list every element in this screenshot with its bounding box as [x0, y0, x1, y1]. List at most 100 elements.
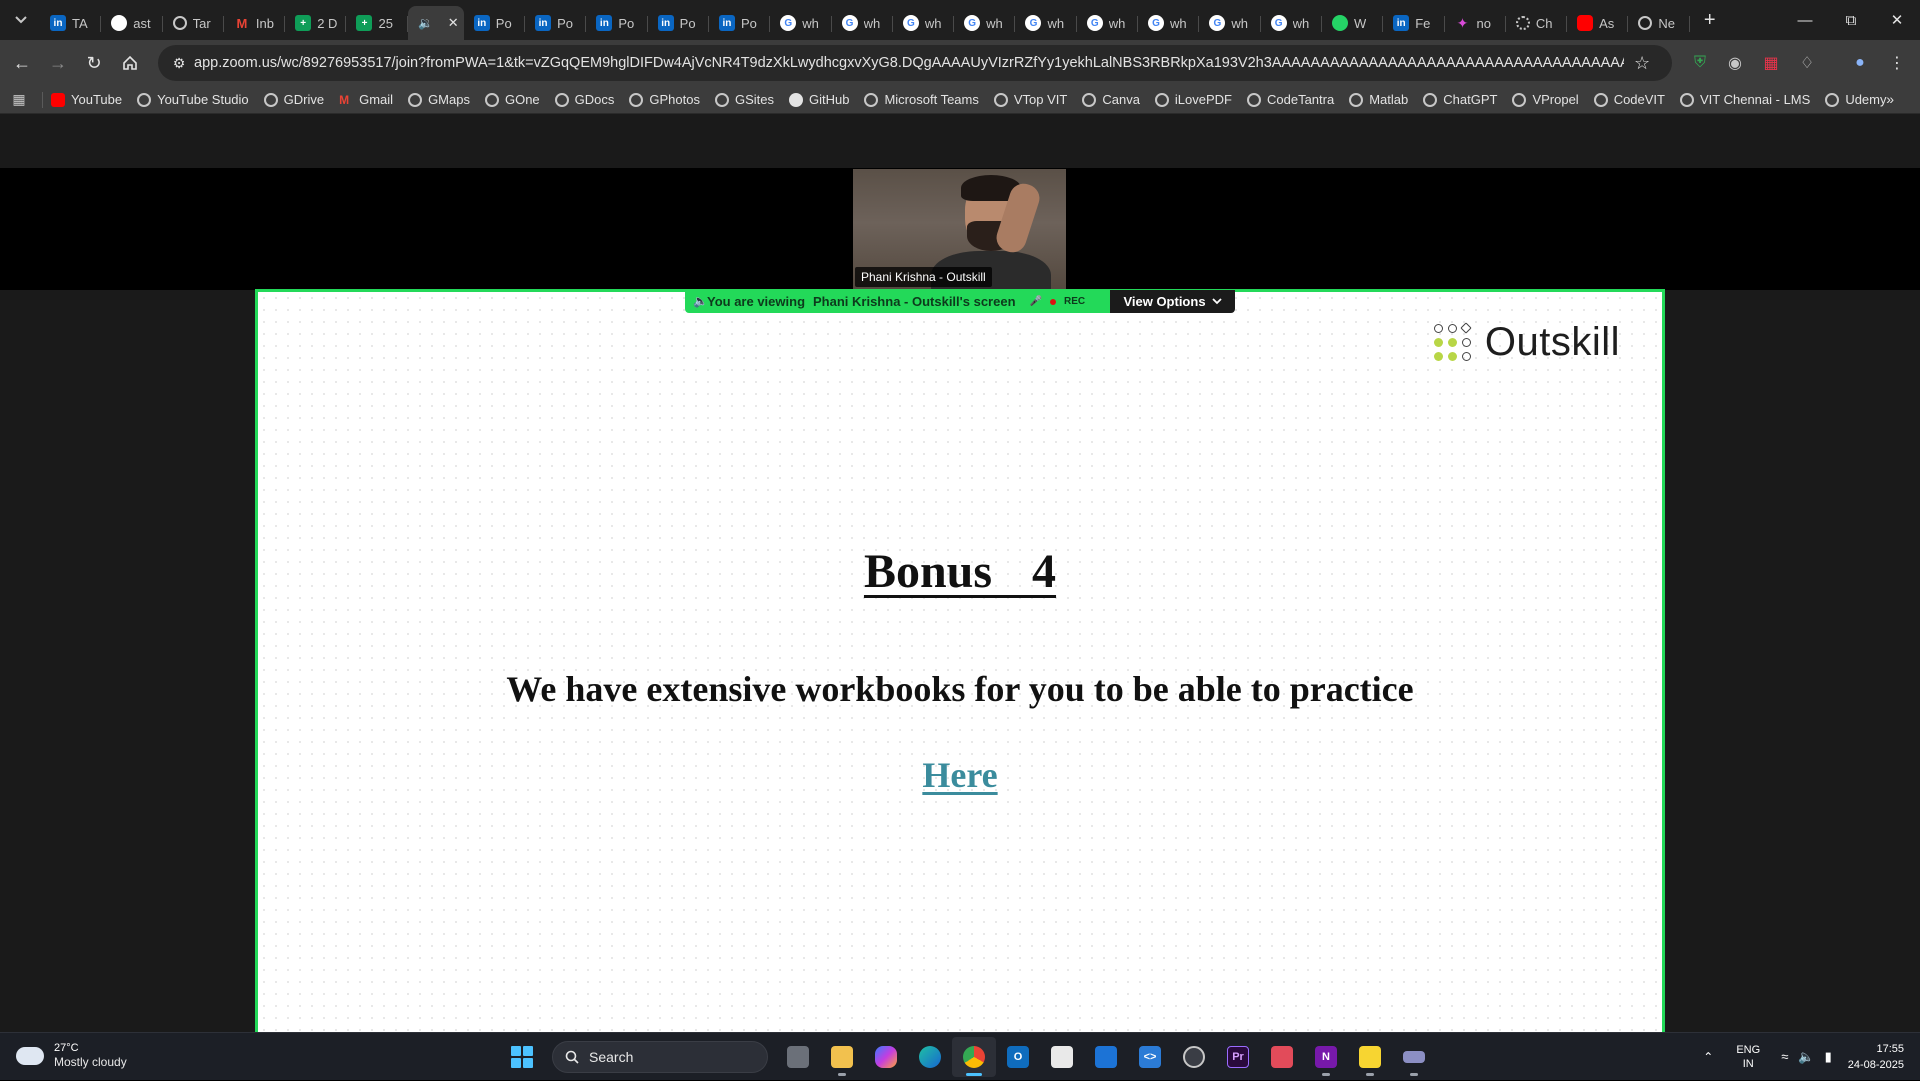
shield-extension-icon[interactable]: ⛨	[1683, 40, 1717, 86]
view-options-button[interactable]: View Options	[1110, 290, 1235, 313]
gmail-icon: M	[339, 92, 350, 107]
more-bookmarks-icon[interactable]: »	[1886, 91, 1894, 107]
browser-tab[interactable]: ast	[101, 6, 163, 40]
minimize-button[interactable]: —	[1782, 0, 1828, 40]
app-blue-button[interactable]	[1084, 1037, 1128, 1077]
apps-grid-icon[interactable]: ▦	[0, 91, 38, 108]
browser-tab[interactable]: in Po	[525, 6, 587, 40]
bookmark-item[interactable]: Canva	[1082, 92, 1140, 107]
bookmark-item[interactable]: CodeVIT	[1593, 92, 1665, 107]
bookmark-item[interactable]: GOne	[484, 92, 540, 107]
vscode-button[interactable]: <>	[1128, 1037, 1172, 1077]
browser-tab[interactable]: +2 D	[285, 6, 347, 40]
obs-button[interactable]	[1172, 1037, 1216, 1077]
task-view-button[interactable]	[776, 1037, 820, 1077]
browser-tab[interactable]: Gwh	[954, 6, 1016, 40]
browser-tab[interactable]: in Po	[464, 6, 526, 40]
bookmark-item[interactable]: M Gmail	[339, 92, 393, 107]
file-explorer-button[interactable]	[820, 1037, 864, 1077]
language-region: IN	[1742, 1058, 1754, 1070]
browser-tab[interactable]: in Po	[648, 6, 709, 40]
zoom-pwa-button[interactable]	[1392, 1037, 1436, 1077]
browser-tab[interactable]: Gwh	[1261, 6, 1322, 40]
browser-toolbar: ← → ↻ ⚙ app.zoom.us/wc/89276953517/join?…	[0, 40, 1920, 86]
premiere-button[interactable]: Pr	[1216, 1037, 1260, 1077]
tab-search-button[interactable]	[6, 6, 36, 34]
browser-tab[interactable]: W	[1322, 6, 1384, 40]
bookmark-item[interactable]: VIT Chennai - LMS	[1680, 92, 1810, 107]
copilot-button[interactable]	[864, 1037, 908, 1077]
app-icon: ✦	[1456, 14, 1469, 31]
browser-tab[interactable]: Ne	[1628, 6, 1690, 40]
edge-button[interactable]	[908, 1037, 952, 1077]
url-text[interactable]: app.zoom.us/wc/89276953517/join?fromPWA=…	[194, 55, 1624, 71]
restore-button[interactable]: ⧉	[1828, 0, 1874, 40]
clock[interactable]: 17:55 24-08-2025	[1840, 1041, 1920, 1073]
bookmark-item[interactable]: iLovePDF	[1154, 92, 1232, 107]
browser-tab[interactable]: Ch	[1506, 6, 1568, 40]
browser-tab[interactable]: +25	[346, 6, 408, 40]
bookmark-item[interactable]: Udemy	[1825, 92, 1887, 107]
pocket-extension-icon[interactable]: ▦	[1754, 40, 1788, 86]
participant-video-tile[interactable]: Phani Krishna - Outskill	[853, 169, 1066, 289]
address-bar[interactable]: ⚙ app.zoom.us/wc/89276953517/join?fromPW…	[158, 45, 1672, 81]
forward-button[interactable]: →	[40, 45, 76, 81]
bookmark-item[interactable]: VPropel	[1512, 92, 1579, 107]
close-window-button[interactable]: ✕	[1874, 0, 1920, 40]
gmail-icon: M	[236, 15, 248, 31]
browser-tab[interactable]: M Inb	[224, 6, 286, 40]
bookmark-item[interactable]: YouTube Studio	[137, 92, 249, 107]
bookmark-item[interactable]: GitHub	[789, 92, 849, 107]
bookmark-item[interactable]: GDocs	[554, 92, 614, 107]
tray-status-icons[interactable]: ≈ 🔈 ▮	[1773, 1049, 1839, 1065]
onenote-button[interactable]: N	[1304, 1037, 1348, 1077]
new-tab-button[interactable]: +	[1696, 6, 1724, 34]
browser-tab[interactable]: Gwh	[1199, 6, 1261, 40]
browser-tab[interactable]: As	[1567, 6, 1629, 40]
chrome-button[interactable]	[952, 1037, 996, 1077]
bookmark-item[interactable]: Microsoft Teams	[864, 92, 979, 107]
bookmark-item[interactable]: GSites	[714, 92, 774, 107]
bookmark-item[interactable]: Matlab	[1349, 92, 1408, 107]
browser-tab[interactable]: 🔉 ✕	[407, 6, 464, 40]
browser-tab[interactable]: in TA	[40, 6, 102, 40]
taskbar-search[interactable]: Search	[552, 1041, 768, 1073]
bookmark-item[interactable]: YouTube	[51, 92, 122, 107]
sticky-notes-button[interactable]	[1348, 1037, 1392, 1077]
weather-widget[interactable]: 27°C Mostly cloudy	[16, 1040, 127, 1070]
browser-tab[interactable]: in Po	[709, 6, 771, 40]
bookmark-item[interactable]: GDrive	[263, 92, 324, 107]
store-button[interactable]	[1040, 1037, 1084, 1077]
outlook-button[interactable]: O	[996, 1037, 1040, 1077]
browser-tab[interactable]: Gwh	[893, 6, 955, 40]
language-indicator[interactable]: ENG IN	[1723, 1043, 1773, 1071]
browser-tab[interactable]: Gwh	[1138, 6, 1200, 40]
profile-avatar[interactable]: ●	[1843, 40, 1877, 86]
close-tab-icon[interactable]: ✕	[448, 15, 459, 31]
bookmark-item[interactable]: ChatGPT	[1423, 92, 1497, 107]
show-hidden-icons-chevron-icon[interactable]: ⌃	[1693, 1050, 1723, 1064]
bookmark-item[interactable]: GPhotos	[629, 92, 700, 107]
back-button[interactable]: ←	[4, 45, 40, 81]
browser-tab[interactable]: Gwh	[1015, 6, 1077, 40]
extensions-puzzle-icon[interactable]: ♢	[1790, 40, 1824, 86]
browser-tab[interactable]: in Fe	[1383, 6, 1445, 40]
browser-tab[interactable]: in Po	[586, 6, 648, 40]
bookmark-star-icon[interactable]: ☆	[1634, 53, 1650, 74]
home-button[interactable]	[112, 45, 148, 81]
browser-tab[interactable]: Gwh	[1077, 6, 1139, 40]
start-button[interactable]	[500, 1037, 544, 1077]
camera-extension-icon[interactable]: ◉	[1718, 40, 1752, 86]
browser-tab[interactable]: Gwh	[770, 6, 832, 40]
reload-button[interactable]: ↻	[76, 45, 112, 81]
browser-tab[interactable]: Tar	[163, 6, 224, 40]
snipping-tool-button[interactable]	[1260, 1037, 1304, 1077]
bookmark-item[interactable]: CodeTantra	[1247, 92, 1334, 107]
browser-tab[interactable]: Gwh	[832, 6, 893, 40]
menu-kebab-icon[interactable]: ⋮	[1880, 40, 1914, 86]
site-info-icon[interactable]: ⚙	[164, 55, 194, 72]
bookmark-item[interactable]: VTop VIT	[993, 92, 1067, 107]
browser-tab[interactable]: ✦ no	[1445, 6, 1506, 40]
slide-here-link-text[interactable]: Here	[922, 755, 997, 795]
bookmark-item[interactable]: GMaps	[408, 92, 470, 107]
